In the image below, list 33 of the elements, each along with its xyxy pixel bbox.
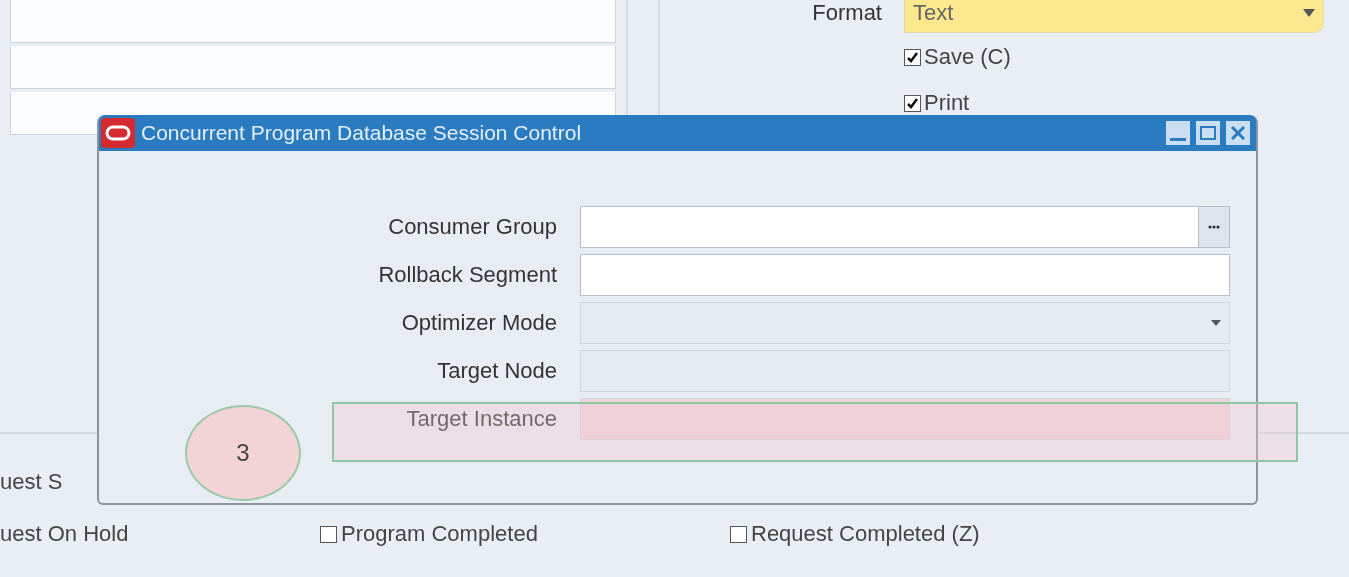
checkbox[interactable]: [904, 48, 921, 66]
status-label: uest On Hold: [0, 521, 130, 547]
close-icon[interactable]: [1226, 121, 1250, 145]
input-field[interactable]: [580, 398, 1230, 440]
select-field[interactable]: [580, 302, 1230, 344]
input-field[interactable]: [580, 254, 1230, 296]
ellipsis-icon: [1208, 225, 1220, 229]
list-of-values-button[interactable]: [1198, 207, 1229, 247]
format-label: Format: [811, 0, 883, 26]
field-label: Rollback Segment: [377, 262, 557, 288]
field-label: Target Node: [436, 358, 557, 384]
checkbox[interactable]: [904, 94, 921, 112]
dropdown-icon: [1211, 320, 1221, 326]
field-label: Optimizer Mode: [400, 310, 557, 336]
input-field[interactable]: [580, 350, 1230, 392]
app-logo-icon: [101, 118, 135, 148]
status-label: uest S: [0, 469, 64, 495]
minimize-icon[interactable]: [1166, 121, 1190, 145]
input-field[interactable]: [10, 0, 616, 43]
dropdown-icon: [1303, 9, 1315, 17]
checkbox-label: Program Completed: [341, 521, 538, 547]
checkbox-label: Save (C): [924, 44, 1011, 70]
input-field[interactable]: [580, 206, 1230, 248]
checkbox[interactable]: [320, 525, 337, 543]
field-label: Consumer Group: [387, 214, 557, 240]
field-label: Target Instance: [405, 406, 557, 432]
maximize-icon[interactable]: [1196, 121, 1220, 145]
input-field[interactable]: [10, 46, 616, 89]
checkbox-label: Print: [924, 90, 970, 116]
format-select[interactable]: Text: [904, 0, 1324, 33]
checkbox-label: Request Completed (Z): [751, 521, 980, 547]
checkbox[interactable]: [730, 525, 747, 543]
window-title: Concurrent Program Database Session Control: [141, 121, 583, 145]
